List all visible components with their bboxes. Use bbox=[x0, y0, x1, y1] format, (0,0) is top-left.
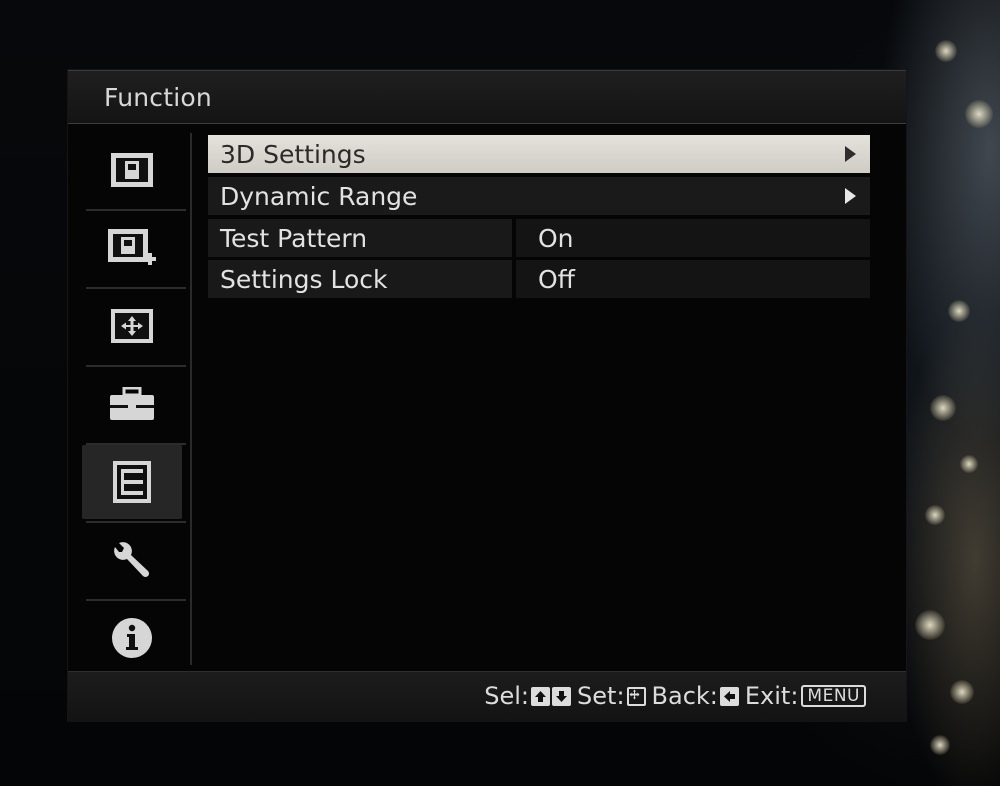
sidebar-item-picture[interactable] bbox=[82, 133, 182, 207]
exit-label: Exit: bbox=[744, 682, 799, 710]
menu-item-label: 3D Settings bbox=[220, 139, 366, 169]
help-footer: Sel: Set: Back: Exit: MENU bbox=[68, 671, 906, 722]
sidebar-separator bbox=[190, 133, 192, 665]
menu-item-label: Dynamic Range bbox=[220, 181, 418, 211]
picture-plus-icon bbox=[107, 228, 157, 268]
menu-item-label: Settings Lock bbox=[220, 264, 388, 294]
menu-item-dynamic-range[interactable]: Dynamic Range bbox=[208, 177, 870, 215]
menu-item-3d-settings[interactable]: 3D Settings bbox=[208, 135, 870, 173]
bokeh-light bbox=[935, 40, 957, 62]
bokeh-light bbox=[948, 300, 970, 322]
down-key-icon bbox=[552, 686, 572, 706]
wrench-icon bbox=[111, 539, 153, 581]
submenu-arrow-icon bbox=[845, 188, 856, 204]
test-pattern-value[interactable]: On bbox=[538, 224, 574, 253]
sidebar-item-info[interactable] bbox=[82, 601, 182, 675]
display-arrows-icon bbox=[110, 308, 154, 344]
sidebar-item-picture-adjust[interactable] bbox=[82, 211, 182, 285]
sidebar-item-maintenance[interactable] bbox=[82, 523, 182, 597]
bokeh-light bbox=[950, 680, 974, 704]
bokeh-light bbox=[925, 505, 945, 525]
menu-key-icon: MENU bbox=[801, 685, 866, 707]
bokeh-light bbox=[915, 610, 945, 640]
page-title: Function bbox=[104, 83, 212, 112]
menu-item-test-pattern[interactable]: Test Pattern On bbox=[208, 219, 870, 257]
bokeh-light bbox=[965, 100, 993, 128]
up-key-icon bbox=[531, 686, 551, 706]
menu-item-label: Test Pattern bbox=[220, 223, 368, 253]
sidebar-item-system[interactable] bbox=[82, 367, 182, 441]
enter-key-icon bbox=[626, 686, 646, 706]
bokeh-light bbox=[930, 395, 956, 421]
info-icon bbox=[111, 617, 153, 659]
left-key-icon bbox=[719, 686, 739, 706]
function-list-icon bbox=[112, 460, 152, 504]
set-label: Set: bbox=[577, 682, 625, 710]
sidebar-item-function[interactable] bbox=[82, 445, 182, 519]
function-menu-panel: Function 3D Settings Dynamic Range Test … bbox=[68, 70, 906, 722]
bokeh-light bbox=[930, 735, 950, 755]
bokeh-light bbox=[960, 455, 978, 473]
category-sidebar bbox=[78, 133, 186, 729]
sidebar-item-display[interactable] bbox=[82, 289, 182, 363]
toolbox-icon bbox=[109, 387, 155, 421]
picture-icon bbox=[110, 152, 154, 188]
panel-header: Function bbox=[68, 71, 906, 124]
settings-lock-value[interactable]: Off bbox=[538, 265, 575, 294]
submenu-arrow-icon bbox=[845, 146, 856, 162]
key-guide: Sel: Set: Back: Exit: MENU bbox=[484, 682, 866, 710]
menu-item-settings-lock[interactable]: Settings Lock Off bbox=[208, 260, 870, 298]
sel-label: Sel: bbox=[484, 682, 530, 710]
back-label: Back: bbox=[651, 682, 718, 710]
